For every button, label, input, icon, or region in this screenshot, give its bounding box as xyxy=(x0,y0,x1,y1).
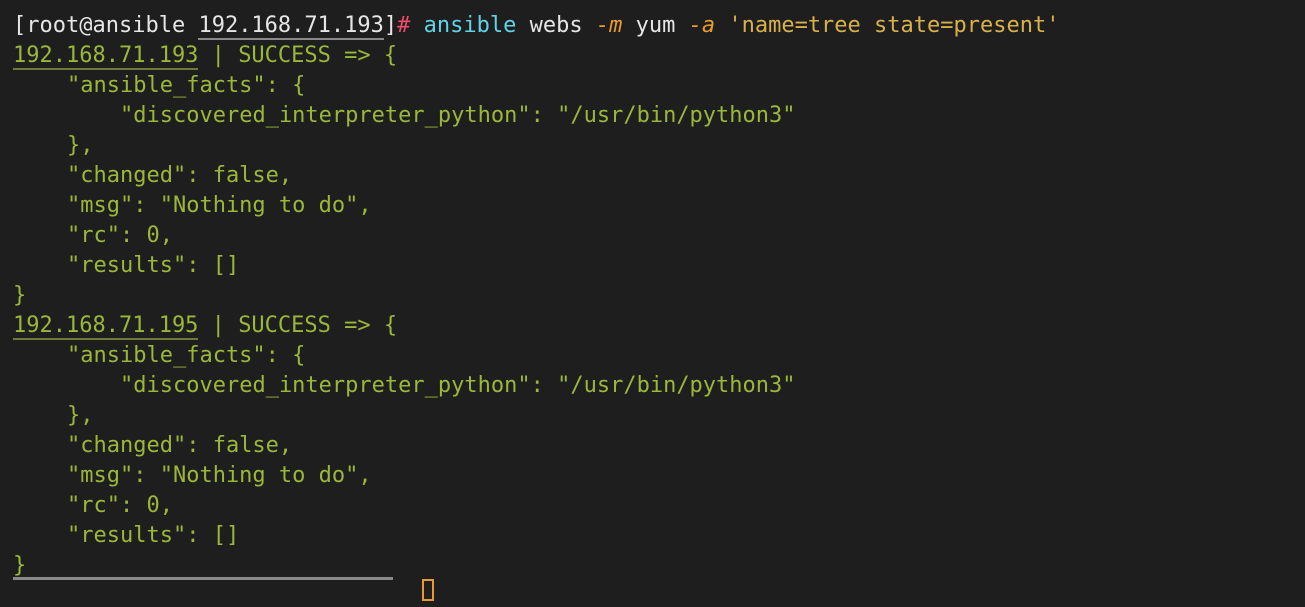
results-line: "results": [] xyxy=(67,253,240,278)
command-args: 'name=tree state=present' xyxy=(728,13,1060,38)
facts-key-line: "ansible_facts": { xyxy=(67,73,306,98)
prompt-host-ip: 192.168.71.193 xyxy=(198,13,384,40)
result-host[interactable]: 192.168.71.195 xyxy=(13,313,199,340)
interpreter-value: "/usr/bin/python3" xyxy=(557,373,796,398)
result-header: 192.168.71.195 | SUCCESS => { xyxy=(13,313,398,340)
result-status: SUCCESS xyxy=(238,43,331,68)
facts-close-line: }, xyxy=(67,403,94,428)
result-status: SUCCESS xyxy=(238,313,331,338)
command-bin: ansible xyxy=(423,13,517,38)
msg-line: "msg": "Nothing to do", xyxy=(67,463,372,488)
command-target: webs xyxy=(529,13,583,38)
command-module: yum xyxy=(635,13,676,38)
interpreter-line: "discovered_interpreter_python": "/usr/b… xyxy=(120,103,796,128)
msg-line: "msg": "Nothing to do", xyxy=(67,193,372,218)
changed-line: "changed": false, xyxy=(67,433,293,458)
terminal-window[interactable]: [root@ansible 192.168.71.193]# ansible w… xyxy=(0,0,1305,588)
interpreter-line: "discovered_interpreter_python": "/usr/b… xyxy=(120,373,796,398)
command-flag-module: -m xyxy=(595,13,623,38)
facts-key-line: "ansible_facts": { xyxy=(67,343,306,368)
prompt-close-bracket: ] xyxy=(383,13,398,38)
next-prompt-line xyxy=(13,577,613,607)
command-flag-args: -a xyxy=(688,13,716,38)
result-open: => { xyxy=(344,43,398,68)
rc-line: "rc": 0, xyxy=(67,223,173,248)
rc-line: "rc": 0, xyxy=(67,493,173,518)
prompt-symbol: # xyxy=(397,13,411,38)
changed-line: "changed": false, xyxy=(67,163,293,188)
interpreter-value: "/usr/bin/python3" xyxy=(557,103,796,128)
prompt-user-host: root@ansible xyxy=(26,13,186,38)
facts-close-line: }, xyxy=(67,133,94,158)
results-line: "results": [] xyxy=(67,523,240,548)
result-close: } xyxy=(13,283,27,308)
prompt-line: [root@ansible 192.168.71.193]# ansible w… xyxy=(13,11,1305,41)
result-header: 192.168.71.193 | SUCCESS => { xyxy=(13,43,398,70)
next-prompt-partial xyxy=(13,577,393,584)
interpreter-key: "discovered_interpreter_python" xyxy=(120,373,531,398)
text-cursor[interactable] xyxy=(422,579,434,601)
prompt-open-bracket: [ xyxy=(13,13,27,38)
result-host[interactable]: 192.168.71.193 xyxy=(13,43,199,70)
result-open: => { xyxy=(344,313,398,338)
interpreter-key: "discovered_interpreter_python" xyxy=(120,103,531,128)
